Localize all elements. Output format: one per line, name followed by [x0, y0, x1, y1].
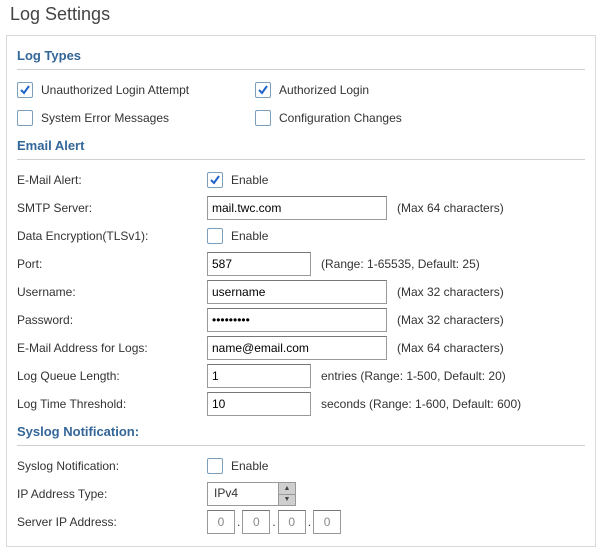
check-icon	[17, 82, 33, 98]
label-tls: Data Encryption(TLSv1):	[17, 227, 207, 245]
checkbox-auth-login[interactable]: Authorized Login	[255, 82, 369, 98]
label-server-ip: Server IP Address:	[17, 513, 207, 531]
ip-octet-4-input[interactable]	[313, 510, 341, 534]
dot-separator: .	[308, 515, 311, 529]
checkbox-label: Configuration Changes	[279, 111, 402, 125]
password-input[interactable]	[207, 308, 387, 332]
label-email-address: E-Mail Address for Logs:	[17, 339, 207, 357]
hint-port: (Range: 1-65535, Default: 25)	[321, 257, 480, 271]
hint-time-threshold: seconds (Range: 1-600, Default: 600)	[321, 397, 521, 411]
queue-length-input[interactable]	[207, 364, 311, 388]
checkbox-sys-error[interactable]: System Error Messages	[17, 110, 227, 126]
checkbox-icon	[17, 110, 33, 126]
checkbox-icon	[207, 458, 223, 474]
ip-octet-2-input[interactable]	[242, 510, 270, 534]
label-time-threshold: Log Time Threshold:	[17, 395, 207, 413]
checkbox-config-changes[interactable]: Configuration Changes	[255, 110, 402, 126]
dot-separator: .	[237, 515, 240, 529]
checkbox-label: Unauthorized Login Attempt	[41, 83, 189, 97]
checkbox-icon	[207, 228, 223, 244]
divider	[17, 445, 585, 446]
time-threshold-input[interactable]	[207, 392, 311, 416]
port-input[interactable]	[207, 252, 311, 276]
hint-email-address: (Max 64 characters)	[397, 341, 504, 355]
select-value: IPv4	[208, 483, 278, 505]
label-syslog-notification: Syslog Notification:	[17, 457, 207, 475]
section-header-email-alert: Email Alert	[17, 132, 585, 157]
check-icon	[207, 172, 223, 188]
checkbox-syslog-enable[interactable]: Enable	[207, 458, 268, 474]
section-header-syslog: Syslog Notification:	[17, 418, 585, 443]
label-ip-type: IP Address Type:	[17, 485, 207, 503]
page-title: Log Settings	[10, 4, 596, 25]
checkbox-email-alert-enable[interactable]: Enable	[207, 172, 268, 188]
dot-separator: .	[272, 515, 275, 529]
divider	[17, 69, 585, 70]
checkbox-label: System Error Messages	[41, 111, 169, 125]
label-smtp-server: SMTP Server:	[17, 199, 207, 217]
label-email-alert: E-Mail Alert:	[17, 171, 207, 189]
label-queue-length: Log Queue Length:	[17, 367, 207, 385]
checkbox-label: Authorized Login	[279, 83, 369, 97]
hint-smtp: (Max 64 characters)	[397, 201, 504, 215]
checkbox-label: Enable	[231, 229, 268, 243]
ip-octet-3-input[interactable]	[278, 510, 306, 534]
smtp-server-input[interactable]	[207, 196, 387, 220]
divider	[17, 159, 585, 160]
checkbox-label: Enable	[231, 459, 268, 473]
hint-username: (Max 32 characters)	[397, 285, 504, 299]
ip-octet-1-input[interactable]	[207, 510, 235, 534]
hint-password: (Max 32 characters)	[397, 313, 504, 327]
ip-type-select[interactable]: IPv4 ▲▼	[207, 482, 296, 506]
username-input[interactable]	[207, 280, 387, 304]
email-address-input[interactable]	[207, 336, 387, 360]
checkbox-label: Enable	[231, 173, 268, 187]
checkbox-unauth-login[interactable]: Unauthorized Login Attempt	[17, 82, 227, 98]
check-icon	[255, 82, 271, 98]
checkbox-tls-enable[interactable]: Enable	[207, 228, 268, 244]
settings-panel: Log Types Unauthorized Login Attempt Aut…	[6, 35, 596, 547]
label-password: Password:	[17, 311, 207, 329]
label-username: Username:	[17, 283, 207, 301]
log-types-row-1: Unauthorized Login Attempt Authorized Lo…	[17, 76, 585, 104]
checkbox-icon	[255, 110, 271, 126]
section-header-log-types: Log Types	[17, 42, 585, 67]
hint-queue-length: entries (Range: 1-500, Default: 20)	[321, 369, 506, 383]
label-port: Port:	[17, 255, 207, 273]
log-types-row-2: System Error Messages Configuration Chan…	[17, 104, 585, 132]
spinner-icon: ▲▼	[278, 483, 295, 505]
